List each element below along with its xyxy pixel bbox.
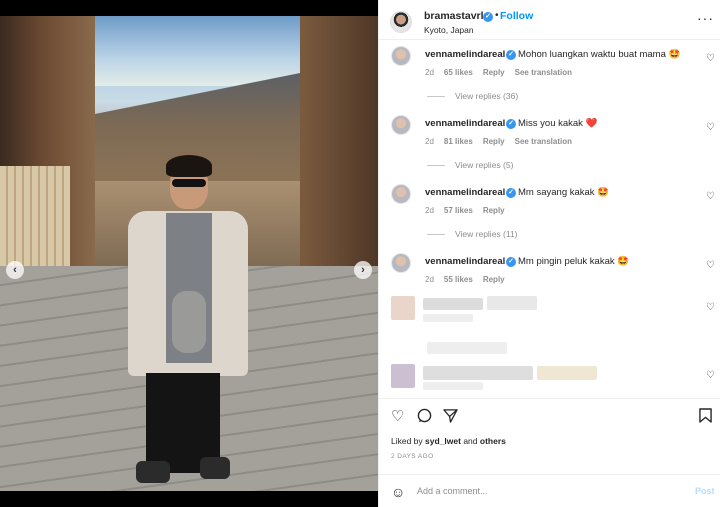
comment-username[interactable]: vennamelindareal	[425, 49, 505, 60]
view-replies[interactable]: View replies (11)	[427, 229, 518, 239]
blurred-comment: ♡	[387, 362, 717, 392]
verified-badge-icon: ✓	[506, 119, 516, 129]
blurred-text	[427, 342, 507, 354]
comment-composer: ☺ Add a comment... Post	[379, 474, 720, 507]
emoji-icon[interactable]: ☺	[391, 484, 405, 500]
comment-likes[interactable]: 57 likes	[444, 206, 473, 215]
action-bar: ♡	[379, 398, 720, 432]
comment-meta: 2d 55 likes Reply	[425, 275, 505, 284]
comment-item: vennamelindareal ✓ Miss you kakak ❤️ 2d …	[379, 115, 720, 175]
verified-badge-icon: ✓	[506, 50, 516, 60]
like-heart-icon[interactable]: ♡	[391, 407, 404, 425]
view-replies[interactable]: View replies (5)	[427, 160, 513, 170]
comment-username[interactable]: vennamelindareal	[425, 256, 505, 267]
liked-by-and: and	[463, 436, 478, 446]
comment-text: Mm sayang kakak 🤩	[518, 187, 610, 198]
like-comment-heart-icon[interactable]: ♡	[706, 260, 715, 271]
author-username[interactable]: bramastavrl	[424, 10, 484, 22]
comment-icon[interactable]	[417, 408, 432, 426]
commenter-avatar[interactable]	[391, 184, 411, 204]
replies-line	[427, 233, 445, 235]
comment-text: Miss you kakak ❤️	[518, 118, 598, 129]
comment-time: 2d	[425, 137, 434, 146]
comment-likes[interactable]: 55 likes	[444, 275, 473, 284]
view-replies-label[interactable]: View replies (36)	[455, 91, 518, 101]
comment-time: 2d	[425, 206, 434, 215]
comment-meta: 2d 65 likes Reply See translation	[425, 68, 572, 77]
comment-likes[interactable]: 81 likes	[444, 137, 473, 146]
post-button[interactable]: Post	[695, 486, 715, 496]
view-replies-label[interactable]: View replies (5)	[455, 160, 513, 170]
reply-button[interactable]: Reply	[483, 275, 505, 284]
comment-text: Mohon luangkan waktu buat mama 🤩	[518, 49, 681, 60]
post-location[interactable]: Kyoto, Japan	[424, 25, 474, 35]
see-translation-button[interactable]: See translation	[515, 137, 572, 146]
posted-ago: 2 DAYS AGO	[391, 453, 434, 460]
blurred-avatar	[391, 296, 415, 320]
like-comment-heart-icon[interactable]: ♡	[706, 191, 715, 202]
comment-text: Mm pingin peluk kakak 🤩	[518, 256, 630, 267]
verified-badge-icon: ✓	[506, 257, 516, 267]
replies-line	[427, 164, 445, 166]
view-replies-label[interactable]: View replies (11)	[455, 229, 518, 239]
blurred-text	[487, 296, 537, 310]
comment-item: vennamelindareal ✓ Mohon luangkan waktu …	[379, 46, 720, 106]
comments-panel: bramastavrl ✓ • Follow Kyoto, Japan ··· …	[378, 0, 720, 507]
view-replies[interactable]: View replies (36)	[427, 91, 518, 101]
blurred-comment: ♡	[387, 294, 717, 324]
commenter-avatar[interactable]	[391, 115, 411, 135]
reply-button[interactable]: Reply	[483, 68, 505, 77]
reply-button[interactable]: Reply	[483, 206, 505, 215]
add-comment-input[interactable]: Add a comment...	[417, 486, 488, 496]
comment-username[interactable]: vennamelindareal	[425, 118, 505, 129]
comment-time: 2d	[425, 275, 434, 284]
person-bag	[172, 291, 206, 353]
liked-by: Liked by syd_lwet and others	[391, 436, 506, 446]
person-shoe-right	[200, 457, 230, 479]
photo-sky	[60, 16, 320, 86]
verified-badge-icon: ✓	[483, 12, 493, 22]
liked-by-others[interactable]: others	[480, 436, 506, 446]
like-comment-heart-icon[interactable]: ♡	[706, 302, 715, 313]
post-photo[interactable]: ‹ ›	[0, 16, 378, 491]
follow-button[interactable]: Follow	[500, 10, 533, 22]
verified-badge-icon: ✓	[506, 188, 516, 198]
comment-time: 2d	[425, 68, 434, 77]
photo-person	[128, 155, 248, 491]
see-translation-button[interactable]: See translation	[515, 68, 572, 77]
replies-line	[427, 95, 445, 97]
previous-photo-button[interactable]: ‹	[6, 261, 24, 279]
commenter-avatar[interactable]	[391, 46, 411, 66]
comment-meta: 2d 81 likes Reply See translation	[425, 137, 572, 146]
share-icon[interactable]	[443, 408, 458, 427]
blurred-text	[423, 298, 483, 310]
like-comment-heart-icon[interactable]: ♡	[706, 53, 715, 64]
comment-username[interactable]: vennamelindareal	[425, 187, 505, 198]
commenter-avatar[interactable]	[391, 253, 411, 273]
person-sunglasses	[172, 179, 206, 187]
person-shoe-left	[136, 461, 170, 483]
next-photo-button[interactable]: ›	[354, 261, 372, 279]
person-hair	[166, 155, 212, 177]
like-comment-heart-icon[interactable]: ♡	[706, 122, 715, 133]
liked-by-user[interactable]: syd_lwet	[425, 436, 461, 446]
reply-button[interactable]: Reply	[483, 137, 505, 146]
blurred-text	[423, 366, 533, 380]
instagram-post-view: ‹ › bramastavrl ✓ • Follow Kyoto, Japan …	[0, 0, 720, 507]
separator-dot: •	[495, 10, 499, 21]
blurred-avatar	[391, 364, 415, 388]
blurred-text	[423, 382, 483, 390]
comment-item: vennamelindareal ✓ Mm sayang kakak 🤩 2d …	[379, 184, 720, 244]
comment-likes[interactable]: 65 likes	[444, 68, 473, 77]
liked-by-prefix: Liked by	[391, 436, 423, 446]
author-avatar[interactable]	[390, 11, 412, 33]
blurred-text	[537, 366, 597, 380]
save-bookmark-icon[interactable]	[699, 408, 712, 427]
like-comment-heart-icon[interactable]: ♡	[706, 370, 715, 381]
post-header: bramastavrl ✓ • Follow Kyoto, Japan ···	[379, 0, 720, 40]
comment-meta: 2d 57 likes Reply	[425, 206, 505, 215]
blurred-text	[423, 314, 473, 322]
more-options-icon[interactable]: ···	[697, 10, 714, 26]
